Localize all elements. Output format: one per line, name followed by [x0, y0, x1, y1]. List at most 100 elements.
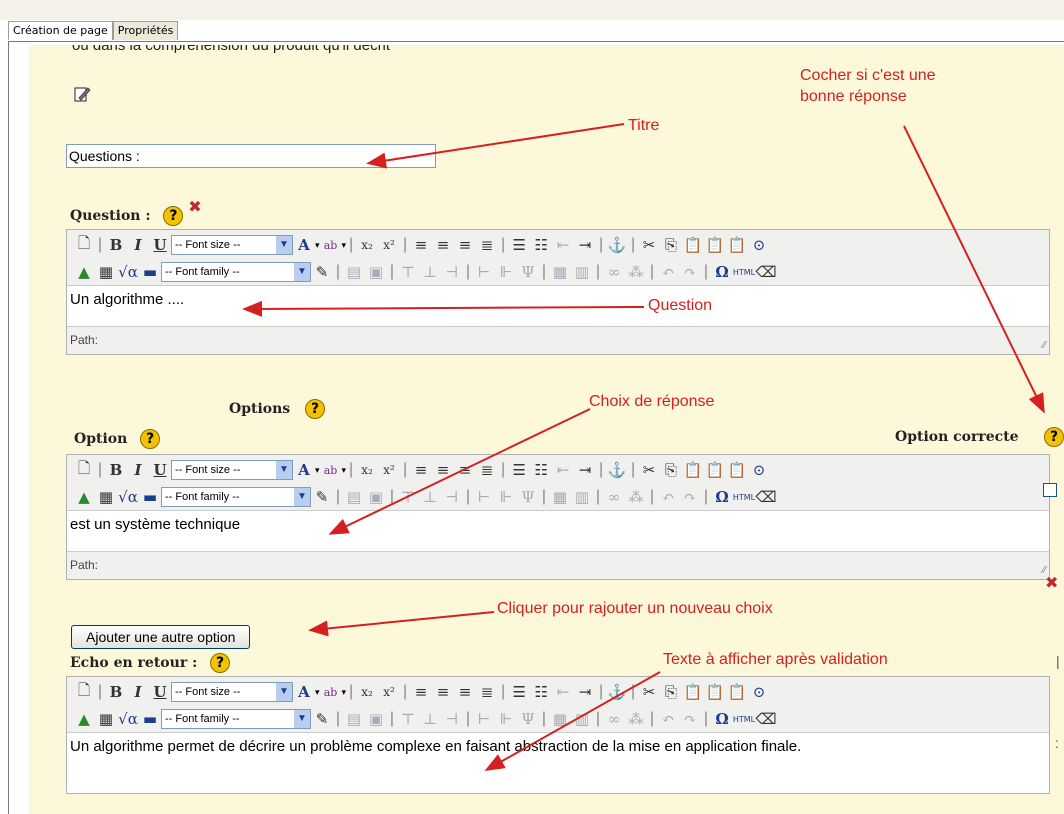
align-left-icon[interactable]: ≡ [410, 459, 432, 481]
undo-icon[interactable]: ↶ [657, 708, 679, 730]
unlink-icon[interactable]: ⁂ [625, 708, 647, 730]
link-icon[interactable]: ∞ [603, 486, 625, 508]
col-before-icon[interactable]: ⊢ [473, 486, 495, 508]
copy-icon[interactable]: ⎘ [660, 234, 682, 256]
bullet-list-icon[interactable]: ☰ [508, 681, 530, 703]
underline-icon[interactable]: U [149, 234, 171, 256]
edit-icon[interactable]: ✎ [311, 708, 333, 730]
font-family-select[interactable]: -- Font family -- ▼ [161, 262, 311, 282]
italic-icon[interactable]: I [127, 459, 149, 481]
option-correct-help-icon[interactable]: ? [1044, 427, 1064, 447]
help-editor-icon[interactable]: ⊙ [748, 459, 770, 481]
italic-icon[interactable]: I [127, 681, 149, 703]
underline-icon[interactable]: U [149, 459, 171, 481]
image-icon[interactable]: ▲ [73, 708, 95, 730]
font-family-select[interactable]: -- Font family -- ▼ [161, 487, 311, 507]
cut-icon[interactable]: ✂ [638, 234, 660, 256]
font-size-select[interactable]: -- Font size -- ▼ [171, 682, 293, 702]
paste-text-icon[interactable]: 📋 [704, 681, 726, 703]
row-after-icon[interactable]: ⊥ [419, 708, 441, 730]
table-cell-icon[interactable]: ▣ [365, 261, 387, 283]
special-char-icon[interactable]: Ω [711, 261, 733, 283]
indent-icon[interactable]: ⇥ [574, 234, 596, 256]
number-list-icon[interactable]: ☷ [530, 234, 552, 256]
col-after-icon[interactable]: ⊩ [495, 486, 517, 508]
special-char-icon[interactable]: Ω [711, 708, 733, 730]
help-editor-icon[interactable]: ⊙ [748, 234, 770, 256]
media-icon[interactable]: ▦ [95, 486, 117, 508]
split-cell-icon[interactable]: ▦ [549, 261, 571, 283]
align-left-icon[interactable]: ≡ [410, 234, 432, 256]
tab-proprietes[interactable]: Propriétés [112, 21, 179, 40]
subscript-icon[interactable]: x₂ [356, 459, 378, 481]
eraser-icon[interactable]: ⌫ [755, 261, 777, 283]
align-justify-icon[interactable]: ≣ [476, 459, 498, 481]
outdent-icon[interactable]: ⇤ [552, 459, 574, 481]
superscript-icon[interactable]: x² [378, 459, 400, 481]
font-family-select[interactable]: -- Font family -- ▼ [161, 709, 311, 729]
delete-col-icon[interactable]: Ψ [517, 261, 539, 283]
superscript-icon[interactable]: x² [378, 681, 400, 703]
outdent-icon[interactable]: ⇤ [552, 681, 574, 703]
redo-icon[interactable]: ↷ [679, 486, 701, 508]
align-center-icon[interactable]: ≡ [432, 681, 454, 703]
paste-icon[interactable]: 📋 [682, 234, 704, 256]
align-right-icon[interactable]: ≡ [454, 459, 476, 481]
row-after-icon[interactable]: ⊥ [419, 261, 441, 283]
highlight-icon[interactable]: ab [320, 234, 342, 256]
add-option-button[interactable]: Ajouter une autre option [71, 625, 251, 649]
paste-icon[interactable]: 📋 [682, 459, 704, 481]
media-icon[interactable]: ▦ [95, 261, 117, 283]
paste-text-icon[interactable]: 📋 [704, 459, 726, 481]
table-cell-icon[interactable]: ▣ [365, 486, 387, 508]
delete-question-icon[interactable]: ✖ [188, 197, 201, 216]
html-source-icon[interactable]: HTML [733, 261, 755, 283]
col-before-icon[interactable]: ⊢ [473, 261, 495, 283]
indent-icon[interactable]: ⇥ [574, 459, 596, 481]
align-center-icon[interactable]: ≡ [432, 234, 454, 256]
question-help-icon[interactable]: ? [163, 206, 184, 226]
table-row-icon[interactable]: ▤ [343, 261, 365, 283]
undo-icon[interactable]: ↶ [657, 486, 679, 508]
bold-icon[interactable]: B [105, 459, 127, 481]
anchor-icon[interactable]: ⚓ [606, 681, 628, 703]
paste-word-icon[interactable]: 📋 [726, 459, 748, 481]
outdent-icon[interactable]: ⇤ [552, 234, 574, 256]
delete-row-icon[interactable]: ⊣ [441, 486, 463, 508]
text-color-icon[interactable]: A [293, 681, 315, 703]
edit-note-icon[interactable] [73, 85, 91, 103]
align-justify-icon[interactable]: ≣ [476, 681, 498, 703]
superscript-icon[interactable]: x² [378, 234, 400, 256]
hr-icon[interactable]: ▬ [139, 486, 161, 508]
number-list-icon[interactable]: ☷ [530, 681, 552, 703]
math-icon[interactable]: √α [117, 261, 139, 283]
number-list-icon[interactable]: ☷ [530, 459, 552, 481]
tab-creation-de-page[interactable]: Création de page [8, 21, 113, 40]
merge-cell-icon[interactable]: ▥ [571, 486, 593, 508]
image-icon[interactable]: ▲ [73, 486, 95, 508]
highlight-icon[interactable]: ab [320, 459, 342, 481]
math-icon[interactable]: √α [117, 486, 139, 508]
italic-icon[interactable]: I [127, 234, 149, 256]
anchor-icon[interactable]: ⚓ [606, 234, 628, 256]
row-before-icon[interactable]: ⊤ [397, 708, 419, 730]
table-row-icon[interactable]: ▤ [343, 708, 365, 730]
paste-icon[interactable]: 📋 [682, 681, 704, 703]
feedback-help-icon[interactable]: ? [210, 653, 231, 673]
subscript-icon[interactable]: x₂ [356, 681, 378, 703]
delete-row-icon[interactable]: ⊣ [441, 261, 463, 283]
html-source-icon[interactable]: HTML [733, 486, 755, 508]
option-help-icon[interactable]: ? [140, 429, 161, 449]
font-size-select[interactable]: -- Font size -- ▼ [171, 235, 293, 255]
col-after-icon[interactable]: ⊩ [495, 261, 517, 283]
eraser-icon[interactable]: ⌫ [755, 708, 777, 730]
options-help-icon[interactable]: ? [305, 399, 326, 419]
paste-word-icon[interactable]: 📋 [726, 234, 748, 256]
merge-cell-icon[interactable]: ▥ [571, 708, 593, 730]
font-size-select[interactable]: -- Font size -- ▼ [171, 460, 293, 480]
align-right-icon[interactable]: ≡ [454, 681, 476, 703]
new-doc-icon[interactable]: 🗋 [73, 234, 95, 256]
col-before-icon[interactable]: ⊢ [473, 708, 495, 730]
cut-icon[interactable]: ✂ [638, 459, 660, 481]
align-justify-icon[interactable]: ≣ [476, 234, 498, 256]
